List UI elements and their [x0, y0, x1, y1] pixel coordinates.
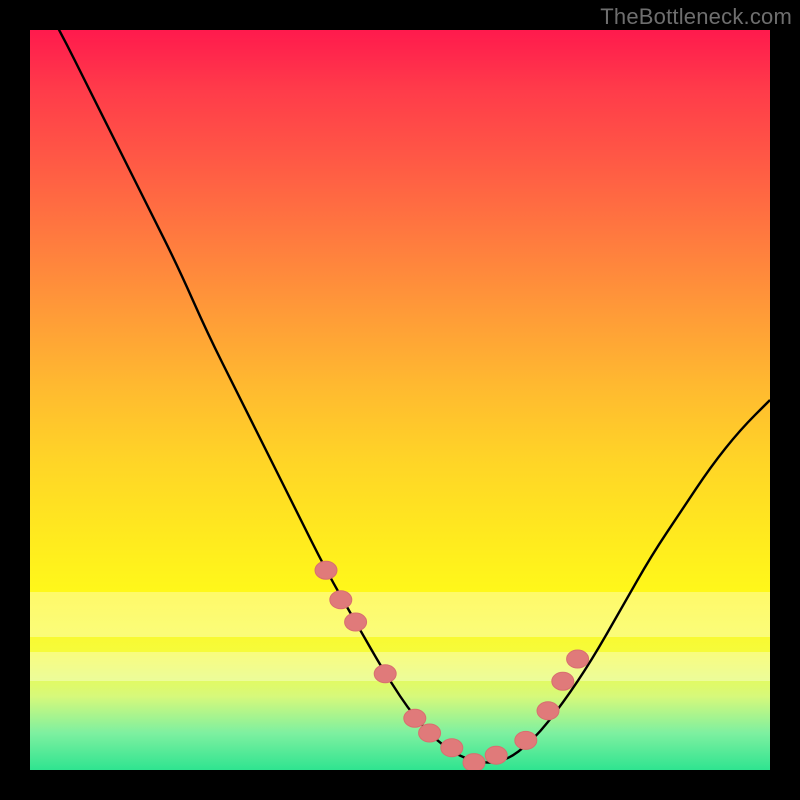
- chart-frame: TheBottleneck.com: [0, 0, 800, 800]
- marker-point: [330, 591, 352, 609]
- marker-point: [463, 754, 485, 770]
- marker-point: [515, 731, 537, 749]
- marker-point: [404, 709, 426, 727]
- marker-point: [374, 665, 396, 683]
- marker-point: [537, 702, 559, 720]
- bottleneck-curve: [30, 30, 770, 763]
- marker-point: [567, 650, 589, 668]
- plot-area: [30, 30, 770, 770]
- bottleneck-curve-svg: [30, 30, 770, 770]
- marker-point: [441, 739, 463, 757]
- marker-point: [315, 561, 337, 579]
- highlight-markers: [315, 561, 589, 770]
- watermark-text: TheBottleneck.com: [600, 4, 792, 30]
- marker-point: [345, 613, 367, 631]
- marker-point: [419, 724, 441, 742]
- marker-point: [485, 746, 507, 764]
- marker-point: [552, 672, 574, 690]
